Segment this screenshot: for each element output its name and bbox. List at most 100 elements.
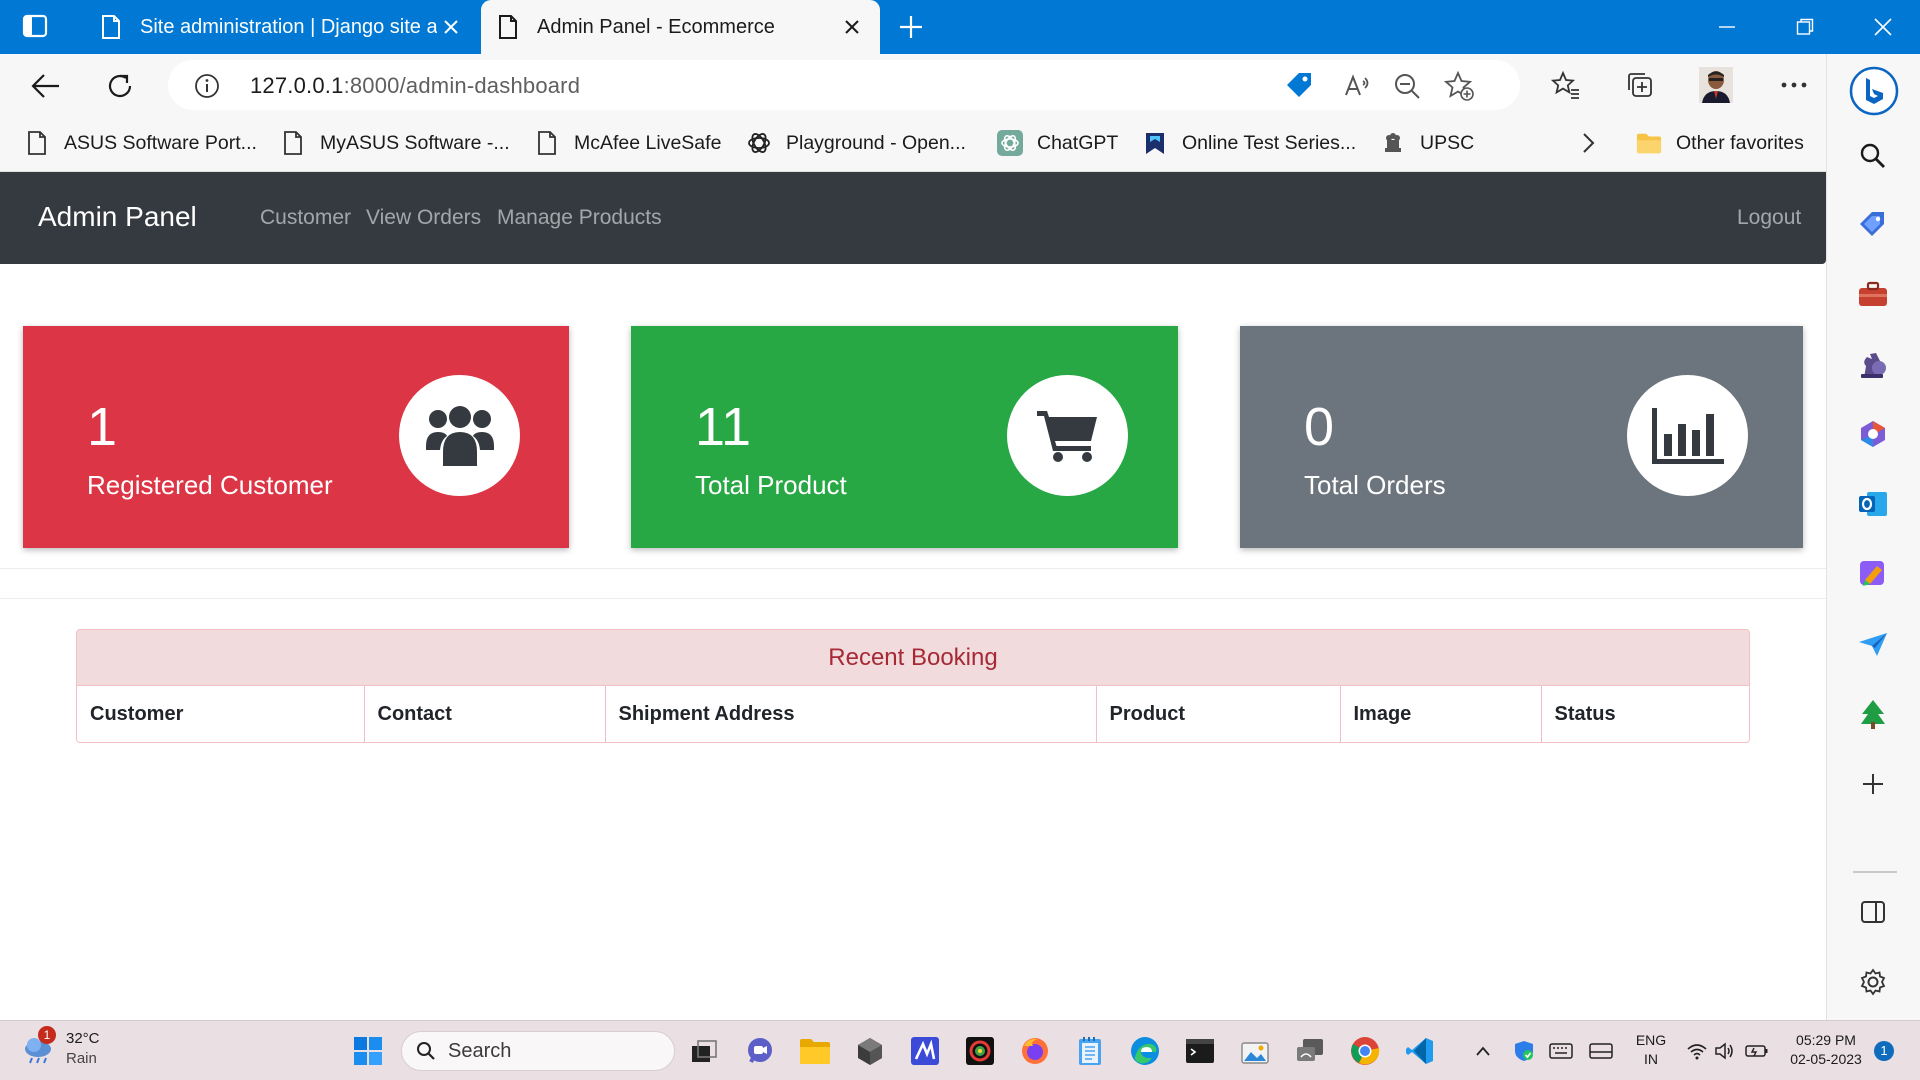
notification-badge[interactable]: 1 — [1874, 1041, 1894, 1061]
keyboard-icon[interactable] — [1548, 1038, 1574, 1064]
coupon-tag-icon[interactable] — [1284, 71, 1314, 101]
bookmark-chatgpt[interactable]: ChatGPT — [997, 126, 1118, 160]
minimize-icon[interactable] — [1696, 0, 1758, 54]
display-icon[interactable] — [1588, 1038, 1614, 1064]
bookmark-label: Online Test Series... — [1182, 131, 1357, 154]
bookmark-mcafee[interactable]: McAfee LiveSafe — [534, 126, 721, 160]
settings-gear-icon[interactable] — [1855, 964, 1891, 1000]
add-icon[interactable] — [1855, 766, 1891, 802]
terminal-icon[interactable] — [1182, 1033, 1218, 1069]
nav-link-customer[interactable]: Customer — [260, 206, 351, 230]
tools-icon[interactable] — [1855, 276, 1891, 312]
cube-app-icon[interactable] — [852, 1033, 888, 1069]
customer-count-label: Registered Customer — [87, 470, 333, 500]
more-options-icon[interactable] — [1776, 67, 1812, 103]
bookmark-asus-software[interactable]: ASUS Software Port... — [24, 126, 257, 160]
tab-admin-panel[interactable]: Admin Panel - Ecommerce — [481, 0, 880, 54]
refresh-icon[interactable] — [100, 66, 140, 106]
restore-icon[interactable] — [1774, 0, 1836, 54]
nav-link-manage-products[interactable]: Manage Products — [497, 206, 662, 230]
close-tab-icon[interactable] — [838, 13, 866, 41]
bing-chat-icon[interactable] — [1849, 66, 1899, 116]
firefox-icon[interactable] — [1017, 1033, 1053, 1069]
divider — [0, 568, 1826, 569]
page-icon — [280, 130, 306, 156]
read-aloud-icon[interactable] — [1343, 71, 1373, 101]
temperature: 32°C — [66, 1030, 100, 1047]
weather-badge: 1 — [38, 1026, 56, 1044]
recent-booking-panel: Recent Booking Customer Contact Shipment… — [76, 629, 1750, 743]
add-favorite-icon[interactable] — [1444, 71, 1474, 101]
bookmark-upsc[interactable]: UPSC — [1380, 126, 1474, 160]
nav-link-view-orders[interactable]: View Orders — [366, 206, 481, 230]
stat-card-products: 11 Total Product — [631, 326, 1178, 548]
search-icon[interactable] — [1855, 138, 1891, 174]
shopping-tag-icon[interactable] — [1855, 206, 1891, 242]
clock-time: 05:29 PM — [1796, 1032, 1856, 1048]
windows-start-icon[interactable] — [350, 1033, 386, 1069]
volume-icon[interactable] — [1712, 1038, 1738, 1064]
games-icon[interactable] — [1855, 346, 1891, 382]
address-bar[interactable]: 127.0.0.1:8000/admin-dashboard — [168, 60, 1520, 110]
network-app-icon[interactable] — [1292, 1033, 1328, 1069]
bookmark-myasus[interactable]: MyASUS Software -... — [280, 126, 510, 160]
back-arrow-icon[interactable] — [26, 66, 66, 106]
clock[interactable]: 05:29 PM 02-05-2023 — [1776, 1031, 1876, 1069]
stat-card-customers: 1 Registered Customer — [23, 326, 569, 548]
folder-icon — [1636, 130, 1662, 156]
bookmark-playground[interactable]: Playground - Open... — [746, 126, 966, 160]
clock-date: 02-05-2023 — [1790, 1051, 1862, 1067]
close-window-icon[interactable] — [1852, 0, 1914, 54]
navbar-brand[interactable]: Admin Panel — [38, 201, 197, 233]
send-icon[interactable] — [1855, 626, 1891, 662]
collections-icon[interactable] — [1622, 67, 1658, 103]
file-explorer-icon[interactable] — [797, 1033, 833, 1069]
weather-widget[interactable]: 1 32°C Rain — [22, 1026, 100, 1069]
tab-django-admin[interactable]: Site administration | Django site admin — [84, 0, 479, 54]
outlook-icon[interactable] — [1855, 486, 1891, 522]
designer-icon[interactable] — [1855, 556, 1891, 592]
url-text[interactable]: 127.0.0.1:8000/admin-dashboard — [250, 73, 580, 99]
microsoft-365-icon[interactable] — [1855, 416, 1891, 452]
hide-sidebar-icon[interactable] — [1855, 894, 1891, 930]
windows-taskbar: 1 32°C Rain Search ENG IN 05:29 PM 02-05… — [0, 1020, 1920, 1080]
recent-booking-table: Customer Contact Shipment Address Produc… — [77, 686, 1749, 742]
favorites-icon[interactable] — [1548, 67, 1584, 103]
profile-avatar[interactable] — [1698, 67, 1734, 103]
close-tab-icon[interactable] — [437, 13, 465, 41]
notepad-icon[interactable] — [1072, 1033, 1108, 1069]
browser-toolbar: 127.0.0.1:8000/admin-dashboard — [0, 54, 1826, 116]
edge-browser-icon[interactable] — [1127, 1033, 1163, 1069]
photos-app-icon[interactable] — [1237, 1033, 1273, 1069]
nav-link-logout[interactable]: Logout — [1737, 206, 1801, 230]
vscode-icon[interactable] — [1402, 1033, 1438, 1069]
more-bookmarks-chevron-icon[interactable] — [1580, 126, 1596, 160]
new-tab-icon[interactable] — [896, 12, 926, 42]
teams-chat-icon[interactable] — [742, 1033, 778, 1069]
bookmark-label: UPSC — [1420, 131, 1475, 154]
input-language[interactable]: ENG IN — [1634, 1031, 1668, 1069]
other-favorites[interactable]: Other favorites — [1636, 126, 1804, 160]
security-shield-icon[interactable] — [1511, 1038, 1537, 1064]
tab-actions-icon[interactable] — [22, 14, 50, 40]
cart-icon — [1007, 375, 1128, 496]
rain-cloud-icon: 1 — [22, 1026, 56, 1066]
emblem-icon — [1380, 130, 1406, 156]
bookmark-label: McAfee LiveSafe — [574, 131, 722, 154]
page-icon — [534, 130, 560, 156]
battery-icon[interactable] — [1744, 1038, 1770, 1064]
tab-title: Admin Panel - Ecommerce — [537, 15, 775, 38]
info-icon[interactable] — [194, 73, 220, 99]
tree-icon[interactable] — [1855, 696, 1891, 732]
graphics-app-icon[interactable] — [962, 1033, 998, 1069]
taskbar-search-box[interactable]: Search — [401, 1031, 675, 1071]
show-hidden-icons-chevron-icon[interactable] — [1470, 1038, 1496, 1064]
editor-app-icon[interactable] — [907, 1033, 943, 1069]
chrome-icon[interactable] — [1347, 1033, 1383, 1069]
column-header-contact: Contact — [364, 686, 606, 742]
bookmark-online-test[interactable]: Online Test Series... — [1142, 126, 1356, 160]
task-view-icon[interactable] — [686, 1033, 722, 1069]
bookmark-label: Playground - Open... — [786, 131, 966, 154]
zoom-out-icon[interactable] — [1392, 71, 1422, 101]
wifi-icon[interactable] — [1684, 1038, 1710, 1064]
